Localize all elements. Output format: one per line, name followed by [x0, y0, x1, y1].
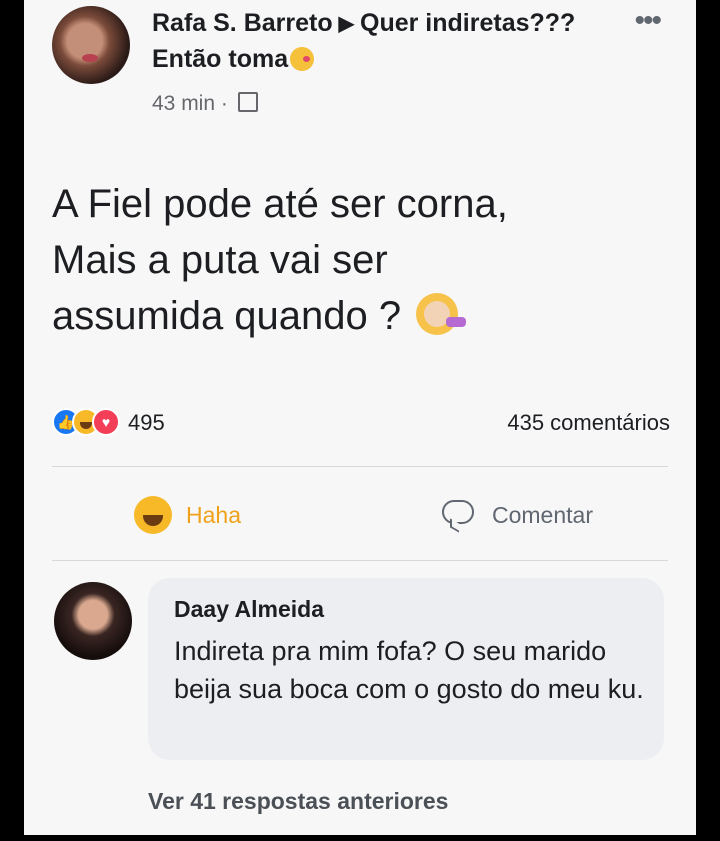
comment-author[interactable]: Daay Almeida — [174, 596, 324, 623]
avatar-detail — [82, 54, 98, 62]
comments-count[interactable]: 435 comentários — [507, 410, 670, 436]
love-icon: ♥ — [92, 408, 120, 436]
arrow-right-icon: ▶ — [338, 13, 355, 35]
comment-icon — [442, 500, 474, 524]
divider — [52, 560, 668, 561]
haha-icon — [134, 496, 172, 534]
post-card: Rafa S. Barreto ▶ Quer indiretas??? Então … — [24, 0, 696, 835]
post-text-line: Mais a puta vai ser — [52, 238, 388, 282]
post-time[interactable]: 43 min — [152, 92, 215, 115]
more-options-icon[interactable]: ••• — [634, 4, 661, 38]
view-previous-replies-link[interactable]: Ver 41 respostas anteriores — [148, 788, 448, 815]
post-actions: Haha Comentar — [24, 486, 696, 546]
author-avatar[interactable] — [52, 6, 130, 84]
post-meta: 43 min · — [152, 92, 258, 116]
privacy-icon — [237, 92, 258, 112]
woman-tipping-hand-emoji-icon — [416, 293, 467, 335]
post-text: A Fiel pode até ser corna, Mais a puta v… — [52, 176, 672, 344]
reaction-count[interactable]: 495 — [128, 410, 165, 436]
comment-label: Comentar — [492, 502, 593, 528]
post-text-line: A Fiel pode até ser corna, — [52, 182, 508, 226]
haha-label: Haha — [186, 502, 241, 528]
kiss-emoji-icon — [290, 47, 315, 71]
post-header: Rafa S. Barreto ▶ Quer indiretas??? Então … — [152, 6, 592, 77]
post-text-line: assumida quando ? — [52, 294, 402, 338]
author-name[interactable]: Rafa S. Barreto — [152, 9, 333, 37]
comment-text: Indireta pra mim fofa? O seu marido beij… — [174, 636, 644, 704]
divider — [52, 466, 668, 467]
commenter-avatar[interactable] — [54, 582, 132, 660]
